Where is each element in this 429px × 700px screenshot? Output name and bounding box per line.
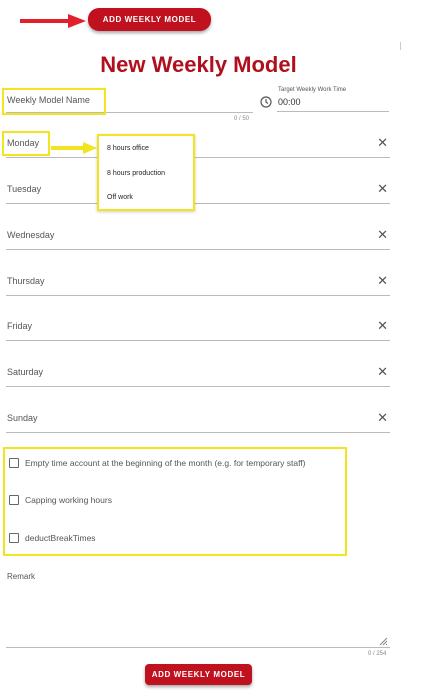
divider <box>400 42 401 50</box>
day-label: Friday <box>7 321 33 331</box>
clear-icon[interactable]: ✕ <box>377 182 388 196</box>
target-time-label: Target Weekly Work Time <box>278 87 347 93</box>
dropdown-option[interactable]: 8 hours production <box>107 170 165 177</box>
resize-grip-icon[interactable] <box>379 637 388 646</box>
annotation-highlight-monday <box>2 131 50 156</box>
day-select-wednesday[interactable]: Wednesday ✕ <box>6 228 390 250</box>
day-select-tuesday[interactable]: Tuesday ✕ <box>6 182 390 204</box>
page-title: New Weekly Model <box>100 52 297 77</box>
name-char-counter: 0 / 50 <box>234 116 250 122</box>
target-time-input[interactable]: 00:00 <box>278 97 301 107</box>
annotation-arrow-red <box>20 14 86 28</box>
dropdown-option[interactable]: 8 hours office <box>107 145 149 152</box>
dropdown-option[interactable]: Off work <box>107 194 133 201</box>
checkbox[interactable] <box>9 458 19 468</box>
target-time-underline <box>277 111 389 112</box>
day-select-sunday[interactable]: Sunday ✕ <box>6 411 390 433</box>
clear-icon[interactable]: ✕ <box>377 228 388 242</box>
day-label: Wednesday <box>7 230 55 240</box>
add-weekly-model-bottom-button[interactable]: ADD WEEKLY MODEL <box>145 664 252 685</box>
day-select-friday[interactable]: Friday ✕ <box>6 319 390 341</box>
checkbox-label: Capping working hours <box>25 495 112 505</box>
day-label: Thursday <box>7 276 45 286</box>
remark-textarea[interactable] <box>6 647 390 648</box>
checkbox[interactable] <box>9 495 19 505</box>
remark-label: Remark <box>7 572 36 581</box>
checkbox-label: deductBreakTimes <box>25 533 96 543</box>
clear-icon[interactable]: ✕ <box>377 319 388 333</box>
day-dropdown-menu: 8 hours office 8 hours production Off wo… <box>97 134 195 211</box>
remark-char-counter: 0 / 254 <box>368 651 387 657</box>
clear-icon[interactable]: ✕ <box>377 365 388 379</box>
day-label: Saturday <box>7 367 44 377</box>
add-weekly-model-top-button[interactable]: ADD WEEKLY MODEL <box>88 8 211 31</box>
day-select-saturday[interactable]: Saturday ✕ <box>6 365 390 387</box>
day-label: Tuesday <box>7 184 42 194</box>
annotation-highlight-name <box>2 88 106 115</box>
checkbox[interactable] <box>9 533 19 543</box>
clear-icon[interactable]: ✕ <box>377 136 388 150</box>
checkbox-label: Empty time account at the beginning of t… <box>25 458 306 468</box>
annotation-arrow-yellow <box>51 142 97 154</box>
day-select-thursday[interactable]: Thursday ✕ <box>6 274 390 296</box>
clock-icon[interactable] <box>260 96 272 108</box>
day-label: Sunday <box>7 413 38 423</box>
clear-icon[interactable]: ✕ <box>377 411 388 425</box>
clear-icon[interactable]: ✕ <box>377 274 388 288</box>
